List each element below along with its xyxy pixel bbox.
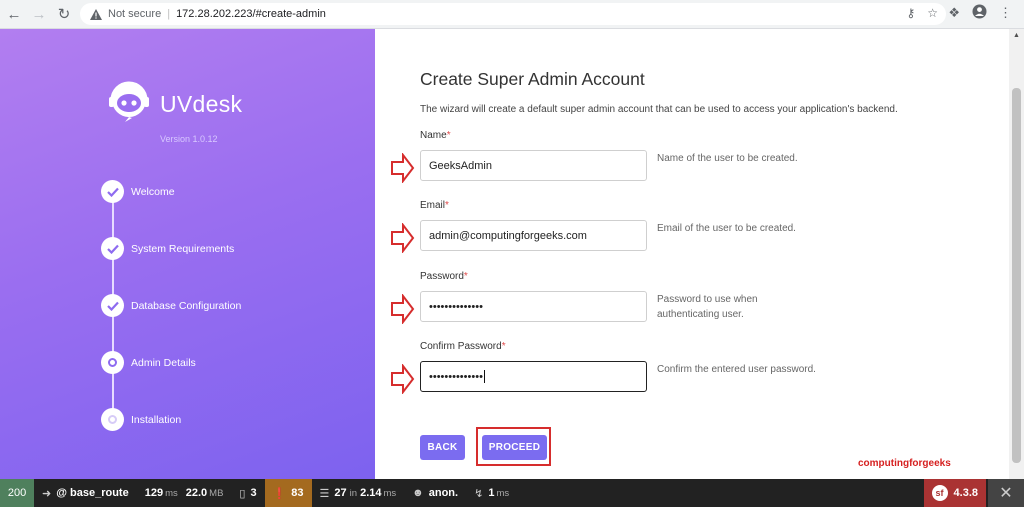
name-input[interactable]: GeeksAdmin <box>420 150 647 181</box>
forms-icon: ▯ <box>239 487 246 500</box>
brand-name: UVdesk <box>160 91 243 117</box>
step-label: Database Configuration <box>131 299 242 312</box>
user-item[interactable]: ☻ anon. <box>404 479 466 507</box>
page-title: Create Super Admin Account <box>420 69 645 89</box>
address-separator: | <box>167 8 171 20</box>
proceed-button[interactable]: PROCEED <box>482 435 547 460</box>
step-label: Admin Details <box>131 356 196 369</box>
version-label: Version 1.0.12 <box>160 134 218 144</box>
step-database-configuration: Database Configuration <box>101 294 241 317</box>
address-bar[interactable]: Not secure | 172.28.202.223/#create-admi… <box>80 3 946 25</box>
warning-log-icon: ❗ <box>272 487 287 500</box>
watermark: computingforgeeks <box>858 458 951 469</box>
close-icon[interactable]: ✕ <box>988 479 1024 507</box>
step-system-requirements: System Requirements <box>101 237 234 260</box>
forms-item[interactable]: ▯ 3 <box>231 479 264 507</box>
uvdesk-logo-icon <box>106 79 152 130</box>
reload-icon[interactable]: ↻ <box>53 3 75 25</box>
scroll-up-arrow-icon[interactable]: ▲ <box>1012 32 1021 40</box>
confirm-password-hint: Confirm the entered user password. <box>657 364 816 375</box>
back-button[interactable]: BACK <box>420 435 465 460</box>
step-installation: Installation <box>101 408 181 431</box>
user-icon: ☻ <box>412 487 424 499</box>
debug-toolbar: 200 ➜ @ base_route 129 ms 22.0 MB ▯ 3 ❗ 83… <box>0 479 1024 507</box>
form-description: The wizard will create a default super a… <box>420 104 898 115</box>
route-item[interactable]: ➜ @ base_route <box>34 479 137 507</box>
text-caret <box>483 370 485 383</box>
name-hint: Name of the user to be created. <box>657 153 798 164</box>
route-arrow-icon: ➜ <box>42 487 52 500</box>
brand: UVdesk <box>106 79 242 130</box>
check-icon <box>101 294 124 317</box>
back-arrow-icon[interactable]: ← <box>3 3 25 25</box>
step-label: Installation <box>131 413 182 426</box>
scrollbar-thumb[interactable] <box>1012 88 1021 463</box>
status-code[interactable]: 200 <box>0 479 34 507</box>
confirm-password-input[interactable]: •••••••••••••• <box>420 361 647 392</box>
password-input[interactable]: •••••••••••••• <box>420 291 647 322</box>
star-icon[interactable]: ☆ <box>927 6 938 20</box>
step-label: System Requirements <box>131 242 235 255</box>
browser-toolbar: ← → ↻ Not secure | 172.28.202.223/#creat… <box>0 0 1024 29</box>
email-input[interactable]: admin@computingforgeeks.com <box>420 220 647 251</box>
forward-arrow-icon[interactable]: → <box>28 3 50 25</box>
password-hint: Password to use when authenticating user… <box>657 294 758 320</box>
profile-avatar-icon[interactable] <box>972 4 987 22</box>
pending-step-dot-icon <box>101 408 124 431</box>
email-hint: Email of the user to be created. <box>657 223 796 234</box>
password-label: Password* <box>420 271 468 282</box>
red-arrow-icon <box>391 153 415 183</box>
current-step-dot-icon <box>101 351 124 374</box>
email-label: Email* <box>420 200 449 211</box>
url-text: 172.28.202.223/#create-admin <box>176 8 326 20</box>
step-admin-details: Admin Details <box>101 351 196 374</box>
check-icon <box>101 180 124 203</box>
ajax-cursor-icon: ↯ <box>474 487 484 500</box>
security-label: Not secure <box>108 8 162 20</box>
confirm-password-label: Confirm Password* <box>420 341 506 352</box>
symfony-logo-icon: sf <box>931 485 948 501</box>
wizard-sidebar: UVdesk Version 1.0.12 Welcome System Req… <box>0 29 375 479</box>
database-layers-icon: ☰ <box>319 487 330 500</box>
key-icon[interactable]: ⚷ <box>906 6 915 20</box>
symfony-version-item[interactable]: sf 4.3.8 <box>923 479 986 507</box>
name-label: Name* <box>420 130 451 141</box>
extensions-puzzle-icon[interactable]: ❖ <box>948 5 960 21</box>
warnings-item[interactable]: ❗ 83 <box>264 479 312 507</box>
warning-icon <box>90 8 102 20</box>
check-icon <box>101 237 124 260</box>
red-arrow-icon <box>391 294 415 324</box>
database-item[interactable]: ☰ 27 in 2.14 ms <box>312 479 405 507</box>
step-welcome: Welcome <box>101 180 175 203</box>
menu-kebab-icon[interactable]: ⋮ <box>999 5 1012 21</box>
red-arrow-icon <box>391 364 415 394</box>
step-label: Welcome <box>131 185 175 198</box>
ajax-item[interactable]: ↯ 1 ms <box>466 479 517 507</box>
admin-form: Create Super Admin Account The wizard wi… <box>375 29 1009 479</box>
time-item[interactable]: 129 ms 22.0 MB <box>137 479 232 507</box>
red-arrow-icon <box>391 223 415 253</box>
